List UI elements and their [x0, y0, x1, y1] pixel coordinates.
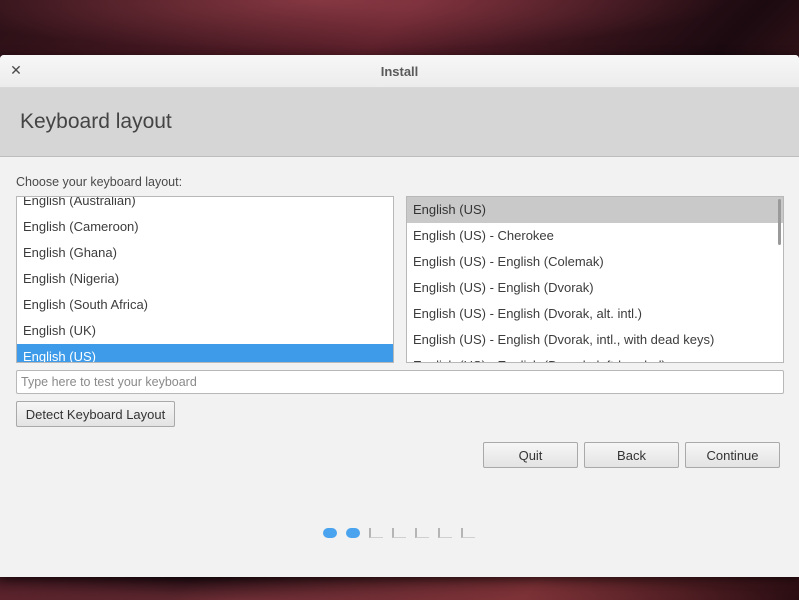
page-header: Keyboard layout [0, 88, 799, 157]
variant-list-items: English (US) English (US) - Cherokee Engli… [407, 197, 783, 362]
variant-list[interactable]: English (US) English (US) - Cherokee Engli… [406, 196, 784, 363]
layout-list[interactable]: English (Australian) English (Cameroon) En… [16, 196, 394, 363]
layout-list-item[interactable]: English (Nigeria) [17, 266, 393, 292]
quit-button[interactable]: Quit [483, 442, 578, 468]
layout-list-item[interactable]: English (UK) [17, 318, 393, 344]
layout-prompt: Choose your keyboard layout: [16, 175, 183, 189]
layout-list-item[interactable]: English (Ghana) [17, 240, 393, 266]
installer-window: ✕ Install Keyboard layout Choose your ke… [0, 55, 799, 577]
layout-list-item[interactable]: English (South Africa) [17, 292, 393, 318]
page-title: Keyboard layout [20, 110, 172, 133]
progress-step-complete-icon [346, 528, 360, 538]
variant-list-item[interactable]: English (US) - English (Dvorak, alt. int… [407, 301, 783, 327]
layout-list-items: English (Australian) English (Cameroon) En… [17, 197, 393, 362]
keyboard-test-input[interactable] [16, 370, 784, 394]
variant-list-item[interactable]: English (US) - English (Dvorak) [407, 275, 783, 301]
variant-list-scrollbar[interactable] [778, 199, 781, 245]
desktop-wallpaper-bottom [0, 575, 799, 600]
progress-step-pending-icon [369, 528, 383, 538]
progress-step-pending-icon [438, 528, 452, 538]
layout-list-item[interactable]: English (US) [17, 344, 393, 362]
progress-step-pending-icon [392, 528, 406, 538]
desktop-wallpaper-top [0, 0, 799, 60]
variant-list-item[interactable]: English (US) [407, 197, 783, 223]
variant-list-item[interactable]: English (US) - English (Dvorak, intl., w… [407, 327, 783, 353]
layout-list-item[interactable]: English (Australian) [17, 197, 393, 214]
progress-step-pending-icon [415, 528, 429, 538]
variant-list-item[interactable]: English (US) - English (Dvorak, left-han… [407, 353, 783, 362]
continue-button[interactable]: Continue [685, 442, 780, 468]
install-progress-indicator [323, 527, 475, 539]
progress-step-pending-icon [461, 528, 475, 538]
window-title: Install [380, 63, 419, 79]
close-icon[interactable]: ✕ [9, 63, 23, 77]
title-bar: ✕ Install [0, 55, 799, 88]
back-button[interactable]: Back [584, 442, 679, 468]
variant-list-item[interactable]: English (US) - Cherokee [407, 223, 783, 249]
variant-list-item[interactable]: English (US) - English (Colemak) [407, 249, 783, 275]
progress-step-complete-icon [323, 528, 337, 538]
layout-list-item[interactable]: English (Cameroon) [17, 214, 393, 240]
detect-keyboard-layout-button[interactable]: Detect Keyboard Layout [16, 401, 175, 427]
